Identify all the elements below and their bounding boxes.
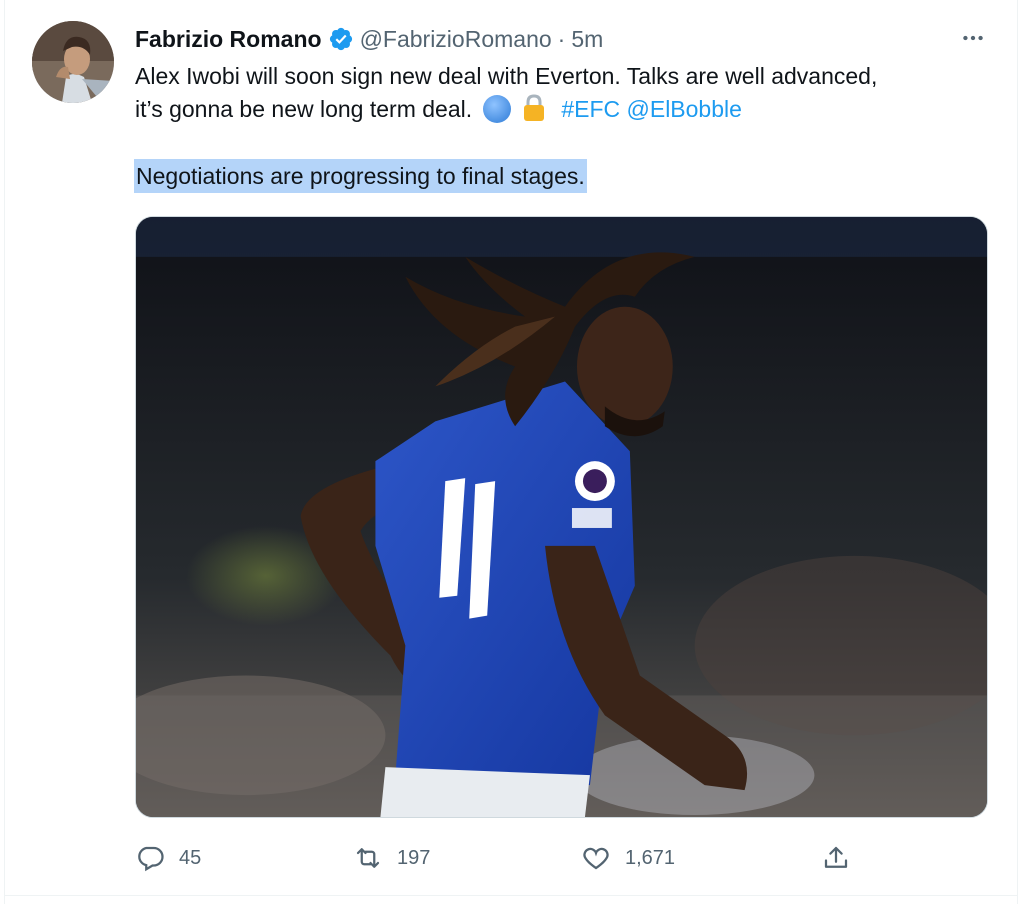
separator-dot: · — [557, 26, 566, 52]
lock-emoji — [521, 93, 547, 123]
tweet-header: Fabrizio Romano @FabrizioRomano · 5m — [135, 22, 603, 56]
heart-icon — [583, 847, 609, 870]
avatar[interactable] — [32, 21, 114, 103]
mention-link[interactable]: @ElBobble — [627, 96, 742, 122]
reply-button[interactable]: 45 — [135, 840, 201, 876]
like-count: 1,671 — [625, 846, 676, 869]
retweet-button[interactable]: 197 — [353, 840, 430, 876]
retweet-icon — [356, 848, 380, 868]
blue-circle-emoji — [482, 95, 511, 123]
tweet-photo[interactable] — [135, 216, 988, 818]
card-border-bottom — [4, 895, 1018, 896]
tweet-text: Alex Iwobi will soon sign new deal with … — [135, 60, 985, 126]
highlighted-text: Negotiations are progressing to final st… — [134, 159, 587, 193]
tweet-text-line2-prefix: it’s gonna be new long term deal. — [135, 96, 473, 122]
handle[interactable]: @FabrizioRomano — [360, 22, 552, 56]
tweet-text-line2: it’s gonna be new long term deal. #EFC @… — [135, 93, 985, 126]
reply-icon — [138, 846, 164, 872]
timestamp[interactable]: 5m — [571, 22, 603, 56]
display-name[interactable]: Fabrizio Romano — [135, 22, 322, 56]
share-button[interactable] — [821, 840, 851, 876]
tweet-card: Fabrizio Romano @FabrizioRomano · 5m Ale… — [0, 0, 1024, 904]
hashtag-link[interactable]: #EFC — [561, 96, 620, 122]
like-button[interactable]: 1,671 — [581, 840, 675, 876]
more-dots-icon[interactable] — [958, 26, 988, 50]
share-icon — [824, 846, 848, 868]
reply-count: 45 — [179, 846, 202, 869]
card-border-left — [4, 0, 5, 904]
tweet-actions: 45 197 1,671 — [135, 840, 855, 876]
card-border-right — [1017, 0, 1018, 904]
retweet-count: 197 — [397, 846, 431, 869]
tweet-text-line1: Alex Iwobi will soon sign new deal with … — [135, 63, 878, 89]
verified-badge-icon — [328, 26, 354, 52]
